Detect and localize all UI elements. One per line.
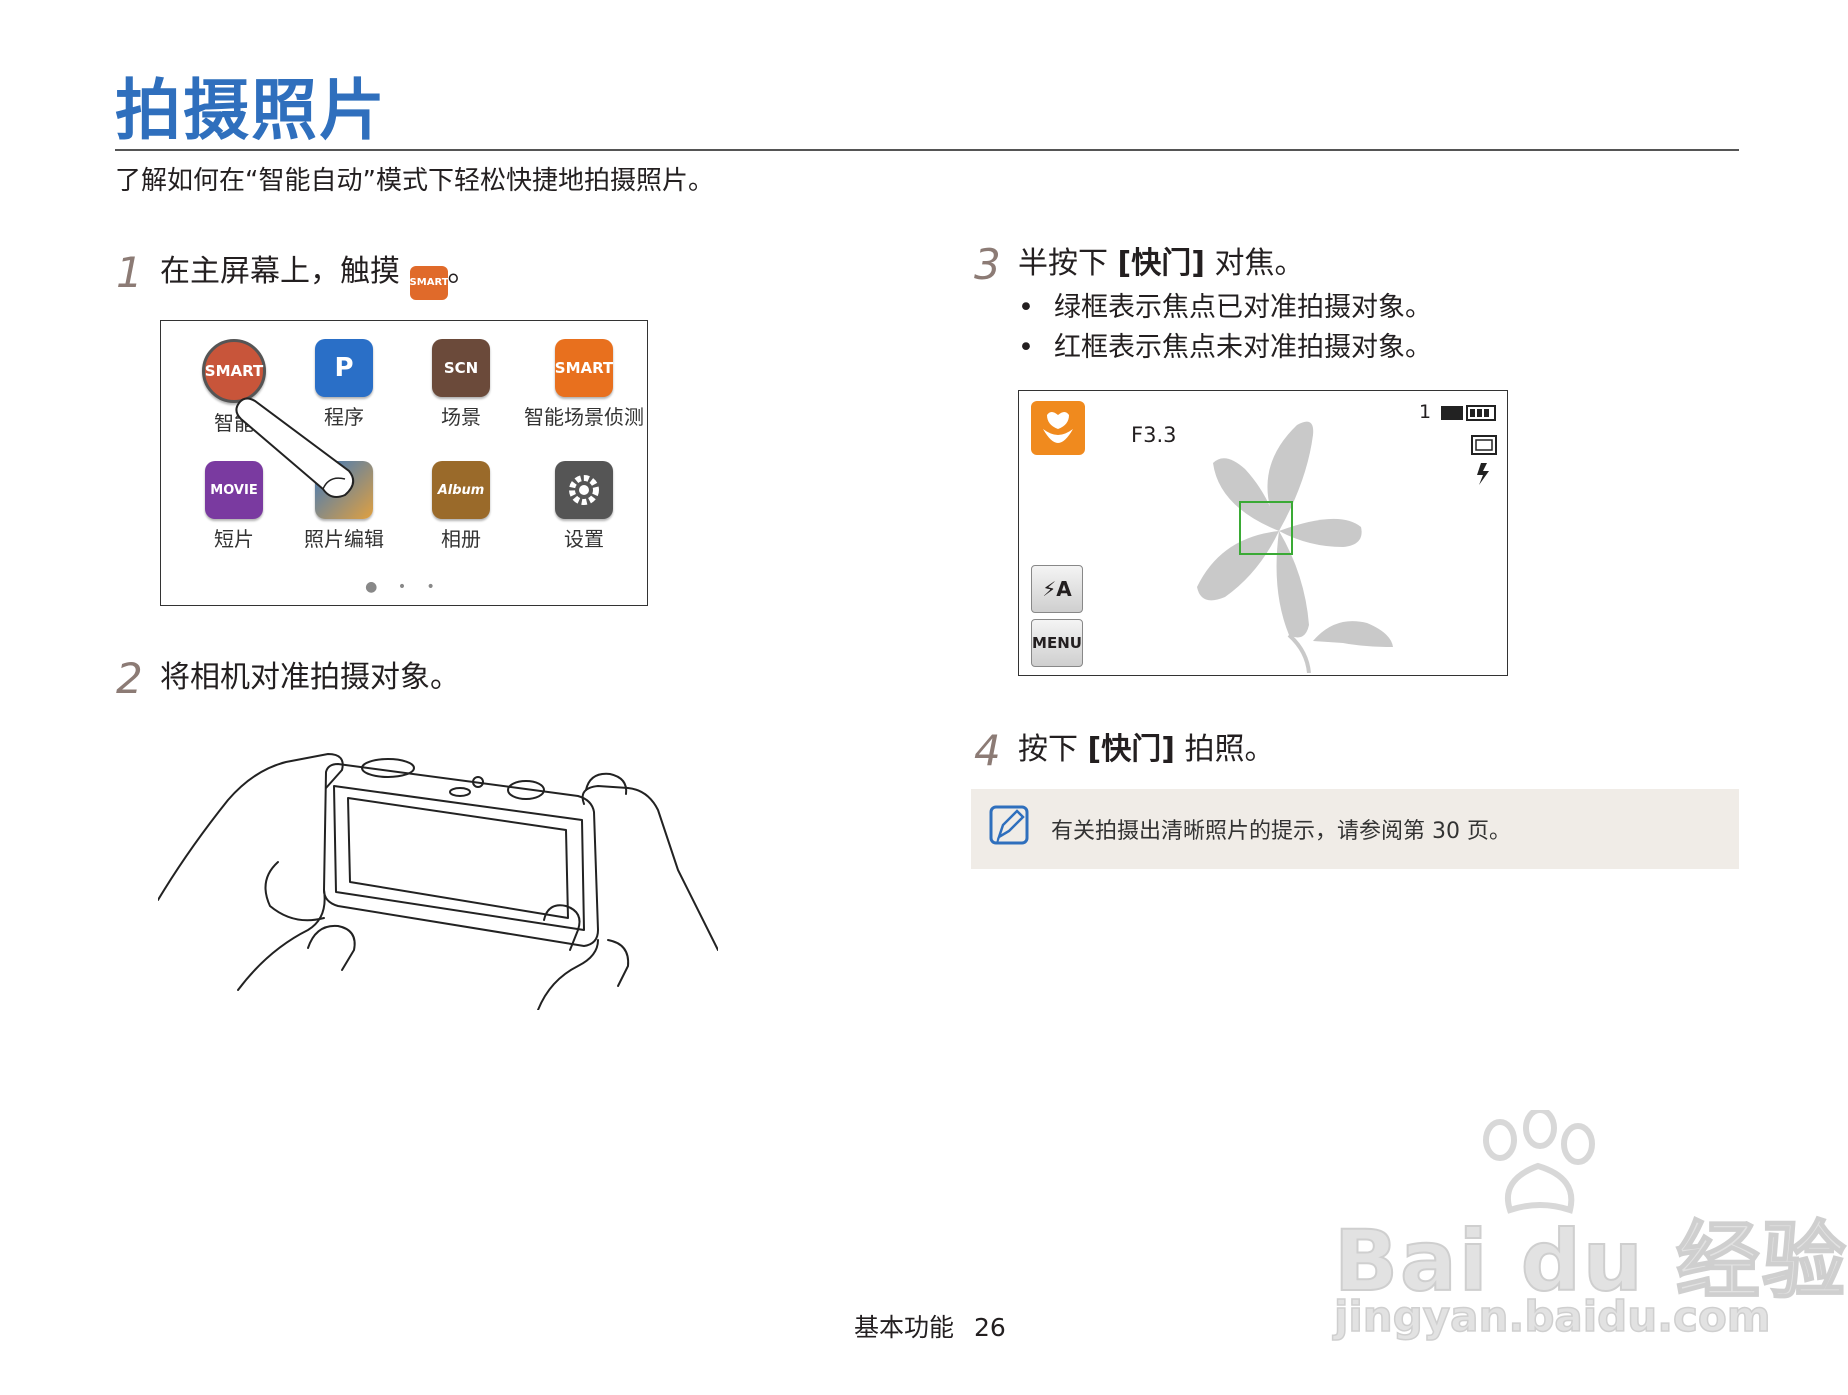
app-label: 短片 — [214, 527, 254, 551]
app-label: 场景 — [441, 405, 481, 429]
tip-note-box: 有关拍摄出清晰照片的提示，请参阅第 30 页。 — [971, 789, 1739, 869]
watermark-url: jingyan.baidu.com — [1333, 1291, 1771, 1342]
battery-icon — [1441, 405, 1496, 421]
app-album[interactable]: Album 相册 — [406, 461, 516, 552]
step-3-post: 对焦。 — [1204, 246, 1305, 281]
smart-mode-inline-label: SMART — [409, 277, 449, 288]
flower-icon — [1043, 412, 1073, 443]
image-size-icon — [1471, 435, 1497, 455]
title-divider — [115, 149, 1739, 151]
flash-button-label: ⚡A — [1042, 577, 1072, 601]
app-label: 照片编辑 — [304, 527, 384, 551]
baidu-watermark: Bai du 经验 jingyan.baidu.com — [1310, 1110, 1847, 1342]
step-3-bullet-1: • 绿框表示焦点已对准拍摄对象。 — [1018, 292, 1432, 323]
menu-button-label: MENU — [1032, 634, 1082, 652]
step-4-post: 拍照。 — [1174, 732, 1275, 767]
settings-icon — [555, 461, 613, 519]
step-3-bullet-2: • 红框表示焦点未对准拍摄对象。 — [1018, 332, 1432, 363]
page-footer: 基本功能 26 — [854, 1308, 1006, 1344]
macro-mode-icon[interactable] — [1031, 401, 1085, 455]
step-2-text: 将相机对准拍摄对象。 — [160, 660, 460, 695]
smart-mode-inline-icon: SMART — [409, 266, 449, 300]
gear-icon — [569, 475, 599, 505]
menu-button[interactable]: MENU — [1031, 619, 1083, 667]
app-label: 设置 — [564, 527, 604, 551]
scene-icon: SCN — [432, 339, 490, 397]
step-1-instruction: 在主屏幕上，触摸 — [160, 254, 400, 289]
step-1-text: 在主屏幕上，触摸 SMART 。 — [160, 254, 478, 300]
flash-button[interactable]: ⚡A — [1031, 565, 1083, 613]
flash-auto-icon — [1477, 463, 1489, 485]
home-screen-illustration: SMART 智能 P 程序 SCN 场景 SMART 智能场景侦测 MOVIE … — [160, 320, 648, 606]
program-icon: P — [315, 339, 373, 397]
album-icon: Album — [432, 461, 490, 519]
focus-frame — [1239, 501, 1293, 555]
step-2-number: 2 — [116, 654, 143, 703]
shutter-key-label: [快门] — [1117, 246, 1205, 281]
app-smart-scene-detection[interactable]: SMART 智能场景侦测 — [521, 339, 647, 430]
page-subtitle: 了解如何在“智能自动”模式下轻松快捷地拍摄照片。 — [115, 166, 714, 196]
page-indicator: ● • • — [365, 579, 443, 595]
shots-remaining: 1 — [1419, 401, 1432, 423]
hands-holding-camera-illustration — [158, 753, 718, 1010]
app-scene[interactable]: SCN 场景 — [406, 339, 516, 430]
app-label: 智能场景侦测 — [524, 405, 644, 429]
step-1-suffix: 。 — [447, 254, 478, 289]
page-number: 26 — [973, 1313, 1006, 1342]
finger-pointer-icon — [235, 397, 355, 498]
note-pencil-icon — [989, 805, 1029, 845]
step-3-number: 3 — [974, 240, 1001, 289]
step-3-text: 半按下 [快门] 对焦。 — [1018, 246, 1305, 282]
smart-scene-icon: SMART — [555, 339, 613, 397]
camera-preview-screen: F3.3 1 ⚡A MENU — [1018, 390, 1508, 676]
step-4-number: 4 — [974, 726, 1001, 775]
app-label: 相册 — [441, 527, 481, 551]
step-3-pre: 半按下 — [1018, 246, 1118, 281]
tip-note-text: 有关拍摄出清晰照片的提示，请参阅第 30 页。 — [1051, 819, 1511, 844]
step-4-text: 按下 [快门] 拍照。 — [1018, 732, 1275, 768]
app-settings[interactable]: 设置 — [521, 461, 647, 552]
step-1-number: 1 — [116, 248, 143, 297]
step-4-pre: 按下 — [1018, 732, 1088, 767]
shutter-key-label: [快门] — [1087, 732, 1175, 767]
page-title: 拍摄照片 — [115, 72, 387, 149]
footer-section: 基本功能 — [854, 1313, 955, 1342]
